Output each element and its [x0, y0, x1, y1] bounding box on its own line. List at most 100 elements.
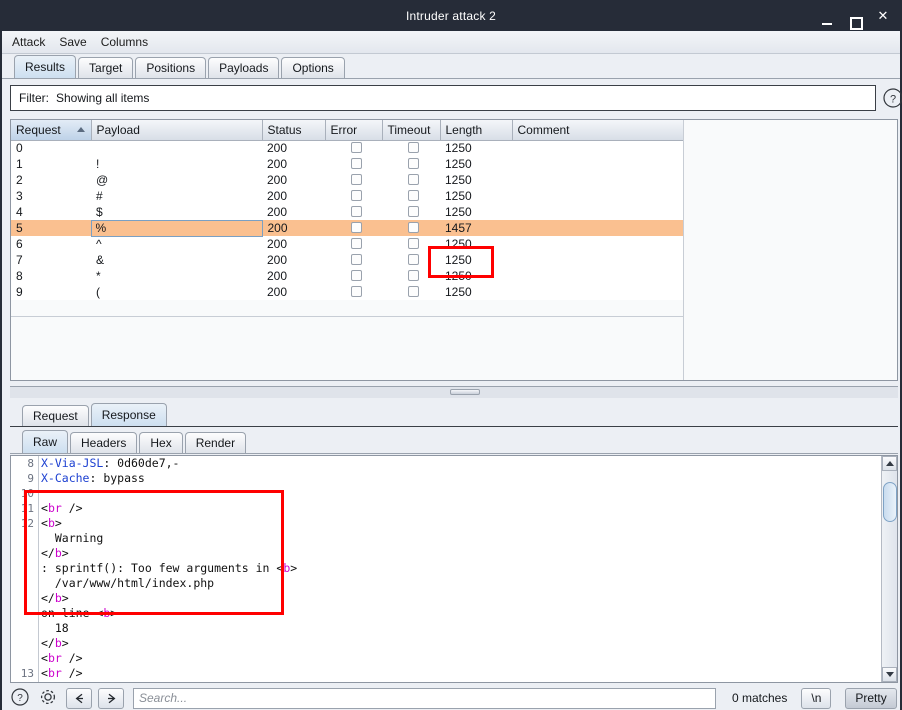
cell-timeout[interactable]: [382, 188, 440, 204]
scroll-down-icon[interactable]: [882, 667, 897, 682]
tab-raw[interactable]: Raw: [22, 430, 69, 453]
checkbox-icon[interactable]: [350, 286, 362, 297]
checkbox-icon[interactable]: [350, 254, 362, 265]
scroll-up-icon[interactable]: [882, 456, 897, 471]
menubar: Attack Save Columns: [2, 31, 900, 54]
cell-timeout[interactable]: [382, 156, 440, 172]
cell-error[interactable]: [325, 204, 382, 220]
column-header-error[interactable]: Error: [325, 120, 383, 141]
search-back-button[interactable]: [66, 687, 92, 709]
cell-timeout[interactable]: [382, 268, 440, 284]
cell-error[interactable]: [325, 220, 382, 236]
line-number: 11: [20, 502, 34, 515]
panel-splitter[interactable]: [10, 386, 898, 398]
cell-timeout[interactable]: [382, 252, 440, 268]
checkbox-icon[interactable]: [350, 206, 362, 217]
scrollbar-thumb[interactable]: [883, 482, 897, 522]
checkbox-icon[interactable]: [408, 142, 419, 154]
table-row[interactable]: 3 #200 1250: [11, 188, 683, 204]
cell-length: 1250: [440, 252, 512, 268]
cell-timeout[interactable]: [382, 140, 440, 156]
checkbox-icon[interactable]: [408, 270, 419, 281]
checkbox-icon[interactable]: [350, 222, 362, 233]
tab-payloads[interactable]: Payloads: [208, 57, 280, 78]
menu-item-save[interactable]: Save: [59, 35, 86, 49]
splitter-grip[interactable]: [450, 389, 480, 395]
question-circle-icon[interactable]: ?: [10, 687, 32, 709]
tab-positions[interactable]: Positions: [135, 57, 207, 78]
line-number: [11, 561, 38, 576]
newline-toggle-button[interactable]: \n: [801, 687, 832, 709]
cell-timeout[interactable]: [382, 220, 440, 236]
cell-comment: [512, 220, 683, 236]
line-number: [11, 606, 38, 621]
response-raw-text[interactable]: X-Via-JSL: 0d60de7,- X-Cache: bypass <br /…: [41, 456, 881, 682]
checkbox-icon[interactable]: [350, 158, 362, 169]
close-button[interactable]: ✕: [876, 9, 890, 22]
gear-icon[interactable]: [38, 687, 60, 709]
response-vertical-scrollbar[interactable]: [881, 456, 897, 682]
response-body-panel[interactable]: 8 9 10 11 12 13 X-Via-JSL: 0d60de7,- X-Cache: …: [10, 455, 898, 683]
search-input[interactable]: Search...: [133, 687, 716, 709]
search-forward-button[interactable]: [98, 687, 124, 709]
checkbox-icon[interactable]: [350, 270, 362, 281]
pretty-button[interactable]: Pretty: [845, 687, 897, 709]
checkbox-icon[interactable]: [408, 286, 419, 297]
column-header-comment[interactable]: Comment: [512, 120, 684, 141]
tab-response[interactable]: Response: [90, 403, 167, 426]
table-row[interactable]: 2 @200 1250: [11, 172, 683, 188]
tab-target[interactable]: Target: [78, 57, 134, 78]
cell-error[interactable]: [325, 284, 382, 300]
cell-error[interactable]: [325, 236, 382, 252]
tab-request[interactable]: Request: [22, 405, 89, 426]
results-table-container[interactable]: Request Payload Status Error Timeout Len…: [10, 119, 898, 381]
tab-render[interactable]: Render: [184, 432, 247, 453]
cell-timeout[interactable]: [382, 204, 440, 220]
cell-timeout[interactable]: [382, 236, 440, 252]
cell-error[interactable]: [325, 140, 382, 156]
column-header-payload[interactable]: Payload: [91, 120, 263, 141]
cell-length: 1250: [440, 204, 512, 220]
tab-hex[interactable]: Hex: [139, 432, 183, 453]
table-row[interactable]: 5% 200 1457: [11, 219, 683, 237]
cell-error[interactable]: [325, 172, 382, 188]
checkbox-icon[interactable]: [408, 174, 419, 185]
filter-bar[interactable]: Filter: Showing all items: [10, 85, 876, 111]
line-number: [11, 531, 38, 546]
checkbox-icon[interactable]: [350, 142, 362, 154]
tab-results[interactable]: Results: [14, 55, 77, 78]
checkbox-icon[interactable]: [408, 238, 419, 249]
checkbox-icon[interactable]: [408, 254, 419, 265]
cell-error[interactable]: [325, 188, 382, 204]
cell-timeout[interactable]: [382, 172, 440, 188]
checkbox-icon[interactable]: [350, 190, 362, 201]
cell-length: 1457: [440, 220, 512, 236]
column-header-length[interactable]: Length: [440, 120, 513, 141]
table-row[interactable]: 8 * 200 1250: [11, 268, 683, 284]
cell-timeout[interactable]: [382, 284, 440, 300]
checkbox-icon[interactable]: [350, 238, 362, 249]
column-header-status[interactable]: Status: [262, 120, 326, 141]
checkbox-icon[interactable]: [408, 206, 419, 217]
table-row[interactable]: 0 200 1250: [11, 140, 683, 156]
cell-error[interactable]: [325, 268, 382, 284]
table-row[interactable]: 9(200 1250: [11, 284, 683, 300]
cell-error[interactable]: [325, 156, 382, 172]
checkbox-icon[interactable]: [408, 190, 419, 201]
checkbox-icon[interactable]: [408, 158, 419, 169]
table-row[interactable]: 1! 200 1250: [11, 156, 683, 172]
menu-item-columns[interactable]: Columns: [101, 35, 148, 49]
cell-status: 200: [262, 204, 325, 220]
table-row[interactable]: 4 $200 1250: [11, 204, 683, 220]
column-header-timeout[interactable]: Timeout: [382, 120, 441, 141]
checkbox-icon[interactable]: [408, 222, 419, 233]
column-header-request[interactable]: Request: [11, 120, 92, 141]
checkbox-icon[interactable]: [350, 174, 362, 185]
tab-options[interactable]: Options: [281, 57, 345, 78]
question-circle-icon[interactable]: ?: [882, 87, 902, 109]
menu-item-attack[interactable]: Attack: [12, 35, 45, 49]
table-row[interactable]: 7 & 200 1250: [11, 252, 683, 268]
table-row[interactable]: 6 ^ 200 1250: [11, 236, 683, 252]
tab-headers[interactable]: Headers: [70, 432, 138, 453]
cell-error[interactable]: [325, 252, 382, 268]
